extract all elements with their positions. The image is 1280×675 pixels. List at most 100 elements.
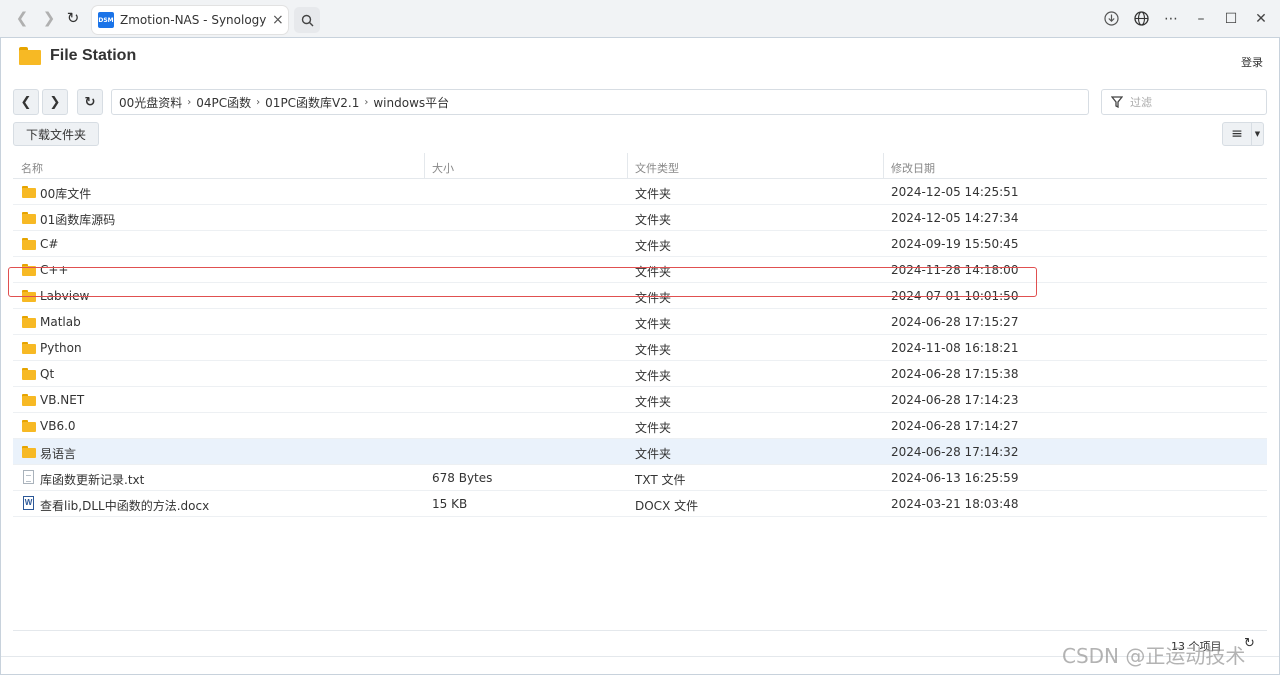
chevron-left-icon: ❮ xyxy=(20,94,32,110)
breadcrumb-separator-icon: › xyxy=(187,96,192,108)
refresh-icon: ↻ xyxy=(84,94,96,110)
close-window-icon[interactable]: ✕ xyxy=(1246,4,1276,34)
browser-toolbar: ❮ ❯ ↻ DSM Zmotion-NAS - Synology NAS × ⋯… xyxy=(0,0,1280,37)
column-divider[interactable] xyxy=(883,153,884,179)
folder-icon xyxy=(22,186,36,198)
browser-back-icon[interactable]: ❮ xyxy=(10,6,34,30)
column-divider[interactable] xyxy=(627,153,628,179)
file-name-cell[interactable]: Qt xyxy=(40,367,54,381)
maximize-icon[interactable]: ☐ xyxy=(1216,4,1246,34)
breadcrumb-item[interactable]: windows平台 xyxy=(373,94,449,111)
table-row[interactable]: 库函数更新记录.txt 678 Bytes TXT 文件 2024-06-13 16:… xyxy=(13,465,1267,491)
modified-date-cell: 2024-06-28 17:15:38 xyxy=(891,367,1019,381)
dsm-favicon-icon: DSM xyxy=(98,12,114,28)
filter-input[interactable]: 过滤 xyxy=(1101,89,1267,115)
tab-search-button[interactable] xyxy=(294,7,320,33)
column-header-size[interactable]: 大小 xyxy=(432,160,454,176)
file-name-cell[interactable]: 易语言 xyxy=(40,445,76,462)
file-station-folder-icon xyxy=(19,47,41,65)
search-icon xyxy=(301,14,313,26)
forward-button[interactable]: ❯ xyxy=(42,89,68,115)
download-icon[interactable] xyxy=(1096,4,1126,34)
column-divider[interactable] xyxy=(424,153,425,179)
modified-date-cell: 2024-12-05 14:27:34 xyxy=(891,211,1019,225)
table-row[interactable]: Qt 文件夹 2024-06-28 17:15:38 xyxy=(13,361,1267,387)
breadcrumb-item[interactable]: 00光盘资料 xyxy=(119,94,182,111)
watermark: CSDN @正运动技术 xyxy=(1062,644,1246,668)
file-type-cell: 文件夹 xyxy=(635,343,672,357)
view-mode-button[interactable]: ≡ ▼ xyxy=(1222,122,1264,146)
file-name-cell[interactable]: VB6.0 xyxy=(40,419,76,433)
table-row[interactable]: C# 文件夹 2024-09-19 15:50:45 xyxy=(13,231,1267,257)
browser-reload-icon[interactable]: ↻ xyxy=(61,6,85,30)
download-folder-button[interactable]: 下载文件夹 xyxy=(13,122,100,146)
txt-file-icon xyxy=(23,470,34,484)
footer-refresh-icon[interactable]: ↻ xyxy=(1244,636,1255,651)
modified-date-cell: 2024-06-28 17:14:23 xyxy=(891,393,1019,407)
file-table: 名称 大小 文件类型 修改日期 00库文件 文件夹 2024-12-05 14:25… xyxy=(13,153,1267,517)
table-row[interactable]: W 查看lib,DLL中函数的方法.docx 15 KB DOCX 文件 2024-03… xyxy=(13,491,1267,517)
caret-down-icon: ▼ xyxy=(1251,122,1263,146)
globe-icon[interactable] xyxy=(1126,4,1156,34)
file-name-cell[interactable]: Matlab xyxy=(40,315,81,329)
modified-date-cell: 2024-06-13 16:25:59 xyxy=(891,471,1019,485)
file-type-cell: 文件夹 xyxy=(635,213,672,227)
file-type-cell: 文件夹 xyxy=(635,187,672,201)
file-name-cell[interactable]: VB.NET xyxy=(40,393,84,407)
highlight-annotation xyxy=(8,267,1037,297)
filter-placeholder: 过滤 xyxy=(1130,96,1152,109)
breadcrumb-item[interactable]: 04PC函数 xyxy=(196,94,251,111)
file-name-cell[interactable]: 01函数库源码 xyxy=(40,211,115,228)
modified-date-cell: 2024-11-08 16:18:21 xyxy=(891,341,1019,355)
folder-icon xyxy=(22,212,36,224)
breadcrumb-separator-icon: › xyxy=(364,96,369,108)
more-options-icon[interactable]: ⋯ xyxy=(1156,4,1186,34)
minimize-icon[interactable]: – xyxy=(1186,4,1216,34)
modified-date-cell: 2024-06-28 17:14:27 xyxy=(891,419,1019,433)
chevron-right-icon: ❯ xyxy=(49,94,61,110)
table-row[interactable]: VB.NET 文件夹 2024-06-28 17:14:23 xyxy=(13,387,1267,413)
tab-close-icon[interactable]: × xyxy=(272,12,284,28)
login-link[interactable]: 登录 xyxy=(1241,54,1263,70)
file-type-cell: 文件夹 xyxy=(635,421,672,435)
table-header: 名称 大小 文件类型 修改日期 xyxy=(13,153,1267,179)
modified-date-cell: 2024-03-21 18:03:48 xyxy=(891,497,1019,511)
folder-icon xyxy=(22,316,36,328)
modified-date-cell: 2024-06-28 17:14:32 xyxy=(891,445,1019,459)
browser-tab-title: Zmotion-NAS - Synology NAS xyxy=(120,13,266,27)
app-header: File Station xyxy=(1,38,1279,74)
table-row[interactable]: Matlab 文件夹 2024-06-28 17:15:27 xyxy=(13,309,1267,335)
breadcrumb-item[interactable]: 01PC函数库V2.1 xyxy=(265,94,359,111)
file-name-cell[interactable]: C# xyxy=(40,237,58,251)
file-name-cell[interactable]: 库函数更新记录.txt xyxy=(40,471,144,488)
filter-icon xyxy=(1111,96,1123,108)
column-header-name[interactable]: 名称 xyxy=(21,160,43,176)
table-row[interactable]: VB6.0 文件夹 2024-06-28 17:14:27 xyxy=(13,413,1267,439)
folder-icon xyxy=(22,420,36,432)
table-body: 00库文件 文件夹 2024-12-05 14:25:51 01函数库源码 文件夹 202… xyxy=(13,179,1267,517)
word-file-icon: W xyxy=(23,496,34,510)
file-name-cell[interactable]: 00库文件 xyxy=(40,185,91,202)
column-header-type[interactable]: 文件类型 xyxy=(635,160,679,176)
folder-icon xyxy=(22,238,36,250)
file-name-cell[interactable]: Python xyxy=(40,341,82,355)
breadcrumb[interactable]: 00光盘资料 › 04PC函数 › 01PC函数库V2.1 › windows平… xyxy=(111,89,1089,115)
file-type-cell: 文件夹 xyxy=(635,239,672,253)
folder-icon xyxy=(22,394,36,406)
table-row[interactable]: Python 文件夹 2024-11-08 16:18:21 xyxy=(13,335,1267,361)
app-title: File Station xyxy=(50,47,137,64)
back-button[interactable]: ❮ xyxy=(13,89,39,115)
folder-icon xyxy=(22,368,36,380)
table-row[interactable]: 易语言 文件夹 2024-06-28 17:14:32 xyxy=(13,439,1267,465)
file-name-cell[interactable]: 查看lib,DLL中函数的方法.docx xyxy=(40,497,209,514)
refresh-button[interactable]: ↻ xyxy=(77,89,103,115)
table-row[interactable]: 00库文件 文件夹 2024-12-05 14:25:51 xyxy=(13,179,1267,205)
modified-date-cell: 2024-12-05 14:25:51 xyxy=(891,185,1019,199)
modified-date-cell: 2024-06-28 17:15:27 xyxy=(891,315,1019,329)
file-type-cell: TXT 文件 xyxy=(635,473,686,487)
file-type-cell: 文件夹 xyxy=(635,447,672,461)
browser-forward-icon[interactable]: ❯ xyxy=(37,6,61,30)
table-row[interactable]: 01函数库源码 文件夹 2024-12-05 14:27:34 xyxy=(13,205,1267,231)
column-header-date[interactable]: 修改日期 xyxy=(891,160,935,176)
browser-tab[interactable]: DSM Zmotion-NAS - Synology NAS × xyxy=(92,6,288,34)
